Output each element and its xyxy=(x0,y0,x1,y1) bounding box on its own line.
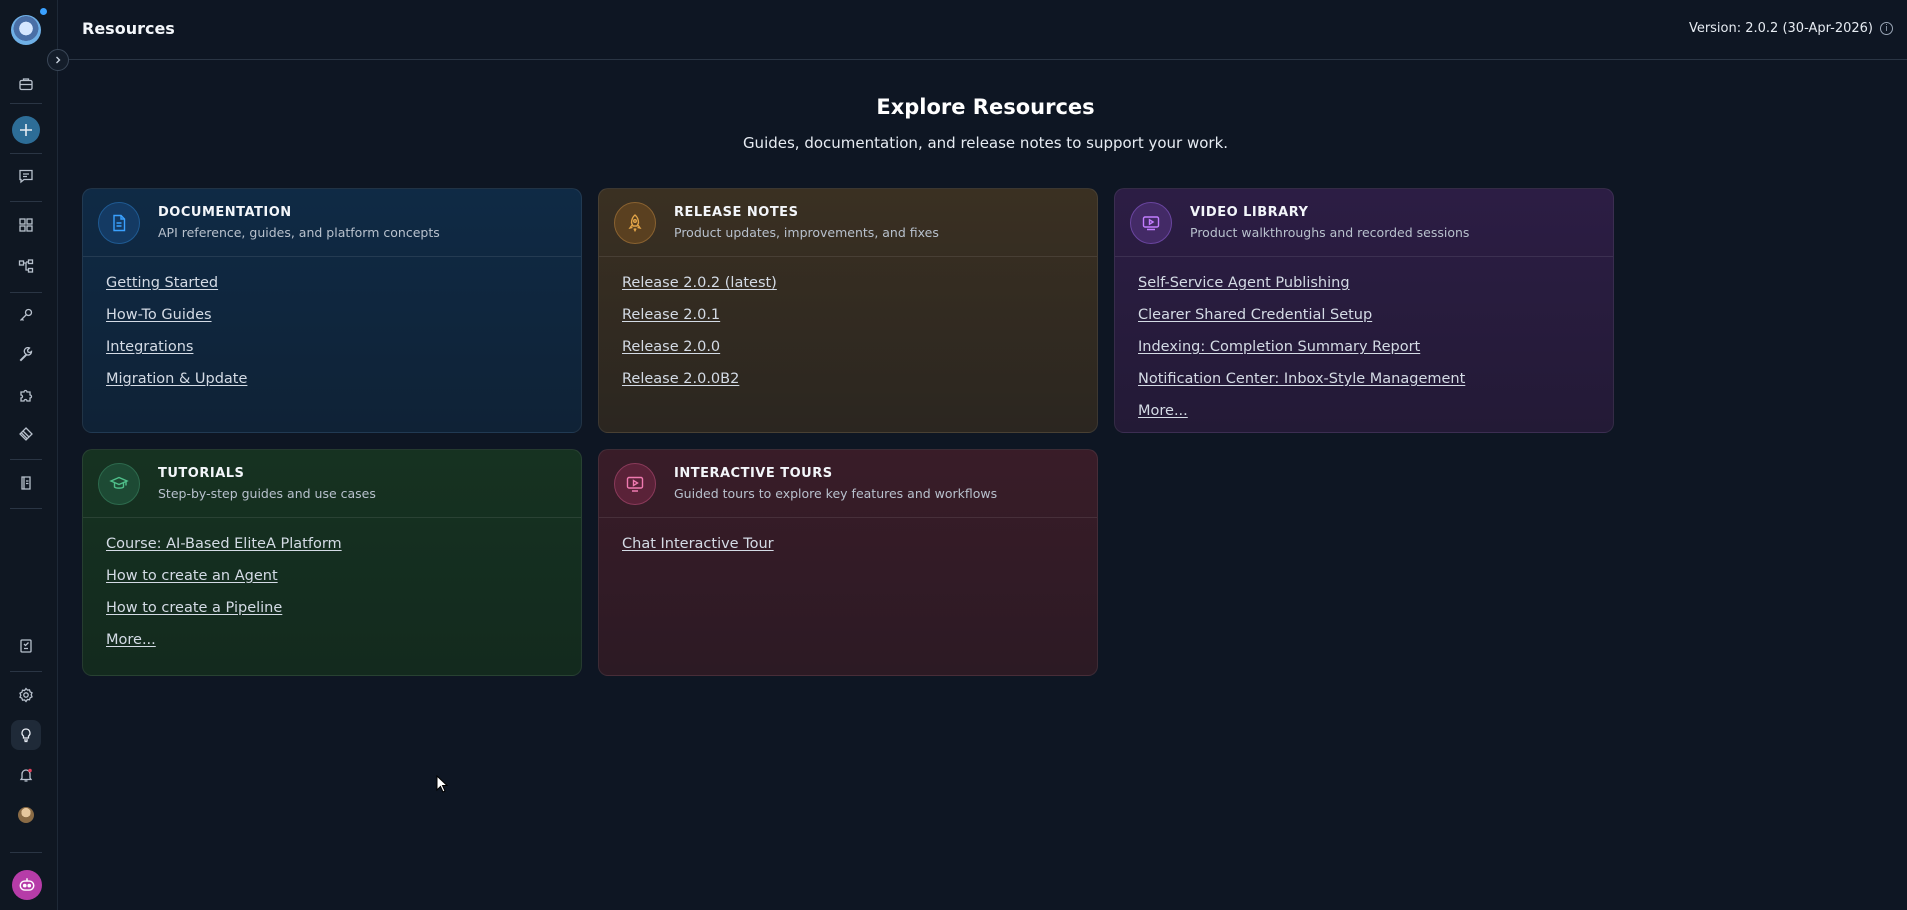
info-icon[interactable]: i xyxy=(1880,22,1893,35)
card-description: Product walkthroughs and recorded sessio… xyxy=(1190,225,1470,240)
card-description: Step-by-step guides and use cases xyxy=(158,486,376,501)
create-button[interactable] xyxy=(12,116,40,144)
hero-title: Explore Resources xyxy=(876,95,1095,119)
link-tutorial-agent[interactable]: How to create an Agent xyxy=(106,566,581,598)
link-tutorial-pipeline[interactable]: How to create a Pipeline xyxy=(106,598,581,630)
link-integrations[interactable]: Integrations xyxy=(106,337,581,369)
sidebar-divider xyxy=(10,852,42,853)
avatar[interactable] xyxy=(18,807,34,823)
sidebar-divider xyxy=(10,459,42,460)
book-icon[interactable] xyxy=(14,471,38,495)
link-migration-update[interactable]: Migration & Update xyxy=(106,369,581,401)
document-icon xyxy=(98,202,140,244)
card-links: Self-Service Agent Publishing Clearer Sh… xyxy=(1115,257,1613,432)
card-title: VIDEO LIBRARY xyxy=(1190,205,1309,220)
card-links: Course: AI-Based EliteA Platform How to … xyxy=(83,518,581,662)
layers-icon[interactable] xyxy=(14,422,38,446)
rocket-icon xyxy=(614,202,656,244)
wrench-icon[interactable] xyxy=(14,343,38,367)
card-links: Release 2.0.2 (latest) Release 2.0.1 Rel… xyxy=(599,257,1097,401)
card-description: Product updates, improvements, and fixes xyxy=(674,225,939,240)
release-notes-card: RELEASE NOTES Product updates, improveme… xyxy=(598,188,1098,433)
link-tutorial-more[interactable]: More... xyxy=(106,630,581,662)
link-video-4[interactable]: Notification Center: Inbox-Style Managem… xyxy=(1138,369,1613,401)
link-video-more[interactable]: More... xyxy=(1138,401,1613,432)
notebook-icon[interactable] xyxy=(14,634,38,658)
app-root: Resources Version: 2.0.2 (30-Apr-2026) i… xyxy=(0,0,1907,910)
settings-icon[interactable] xyxy=(14,683,38,707)
link-release-2-0-1[interactable]: Release 2.0.1 xyxy=(622,305,1097,337)
page-title: Resources xyxy=(82,19,175,38)
play-screen-icon xyxy=(614,463,656,505)
graduation-cap-icon xyxy=(98,463,140,505)
key-icon[interactable] xyxy=(14,303,38,327)
link-release-2-0-0b2[interactable]: Release 2.0.0B2 xyxy=(622,369,1097,401)
card-title: INTERACTIVE TOURS xyxy=(674,466,833,481)
card-description: API reference, guides, and platform conc… xyxy=(158,225,440,240)
link-tutorial-course[interactable]: Course: AI-Based EliteA Platform xyxy=(106,534,581,566)
link-video-1[interactable]: Self-Service Agent Publishing xyxy=(1138,273,1613,305)
mouse-cursor xyxy=(436,775,448,793)
card-header: VIDEO LIBRARY Product walkthroughs and r… xyxy=(1115,189,1613,257)
card-title: TUTORIALS xyxy=(158,466,245,481)
card-header: TUTORIALS Step-by-step guides and use ca… xyxy=(83,450,581,518)
link-how-to-guides[interactable]: How-To Guides xyxy=(106,305,581,337)
app-logo[interactable] xyxy=(11,15,41,45)
lightbulb-icon[interactable] xyxy=(11,720,41,750)
card-description: Guided tours to explore key features and… xyxy=(674,486,998,501)
puzzle-icon[interactable] xyxy=(14,383,38,407)
bell-icon[interactable] xyxy=(14,763,38,787)
card-header: INTERACTIVE TOURS Guided tours to explor… xyxy=(599,450,1097,518)
documentation-card: DOCUMENTATION API reference, guides, and… xyxy=(82,188,582,433)
link-getting-started[interactable]: Getting Started xyxy=(106,273,581,305)
sidebar-divider xyxy=(10,153,42,154)
link-chat-tour[interactable]: Chat Interactive Tour xyxy=(622,534,1097,566)
flow-icon[interactable] xyxy=(14,254,38,278)
tutorials-card: TUTORIALS Step-by-step guides and use ca… xyxy=(82,449,582,676)
top-header: Resources Version: 2.0.2 (30-Apr-2026) i xyxy=(58,0,1907,60)
bot-icon[interactable] xyxy=(12,870,42,900)
card-header: DOCUMENTATION API reference, guides, and… xyxy=(83,189,581,257)
link-release-2-0-2[interactable]: Release 2.0.2 (latest) xyxy=(622,273,1097,305)
sidebar-divider xyxy=(10,671,42,672)
briefcase-icon[interactable] xyxy=(14,72,38,96)
sidebar-expand-button[interactable] xyxy=(47,49,69,71)
grid-icon[interactable] xyxy=(14,213,38,237)
video-library-card: VIDEO LIBRARY Product walkthroughs and r… xyxy=(1114,188,1614,433)
link-release-2-0-0[interactable]: Release 2.0.0 xyxy=(622,337,1097,369)
link-video-2[interactable]: Clearer Shared Credential Setup xyxy=(1138,305,1613,337)
card-title: RELEASE NOTES xyxy=(674,205,799,220)
chat-icon[interactable] xyxy=(14,164,38,188)
card-links: Chat Interactive Tour xyxy=(599,518,1097,566)
sidebar xyxy=(0,0,58,910)
version-label: Version: 2.0.2 (30-Apr-2026) xyxy=(1688,21,1873,36)
sidebar-divider xyxy=(10,201,42,202)
video-icon xyxy=(1130,202,1172,244)
notification-dot xyxy=(40,8,47,15)
card-title: DOCUMENTATION xyxy=(158,205,292,220)
sidebar-divider xyxy=(10,292,42,293)
sidebar-divider xyxy=(10,103,42,104)
interactive-tours-card: INTERACTIVE TOURS Guided tours to explor… xyxy=(598,449,1098,676)
card-links: Getting Started How-To Guides Integratio… xyxy=(83,257,581,401)
hero-subtitle: Guides, documentation, and release notes… xyxy=(742,134,1229,152)
sidebar-divider xyxy=(10,508,42,509)
card-header: RELEASE NOTES Product updates, improveme… xyxy=(599,189,1097,257)
link-video-3[interactable]: Indexing: Completion Summary Report xyxy=(1138,337,1613,369)
